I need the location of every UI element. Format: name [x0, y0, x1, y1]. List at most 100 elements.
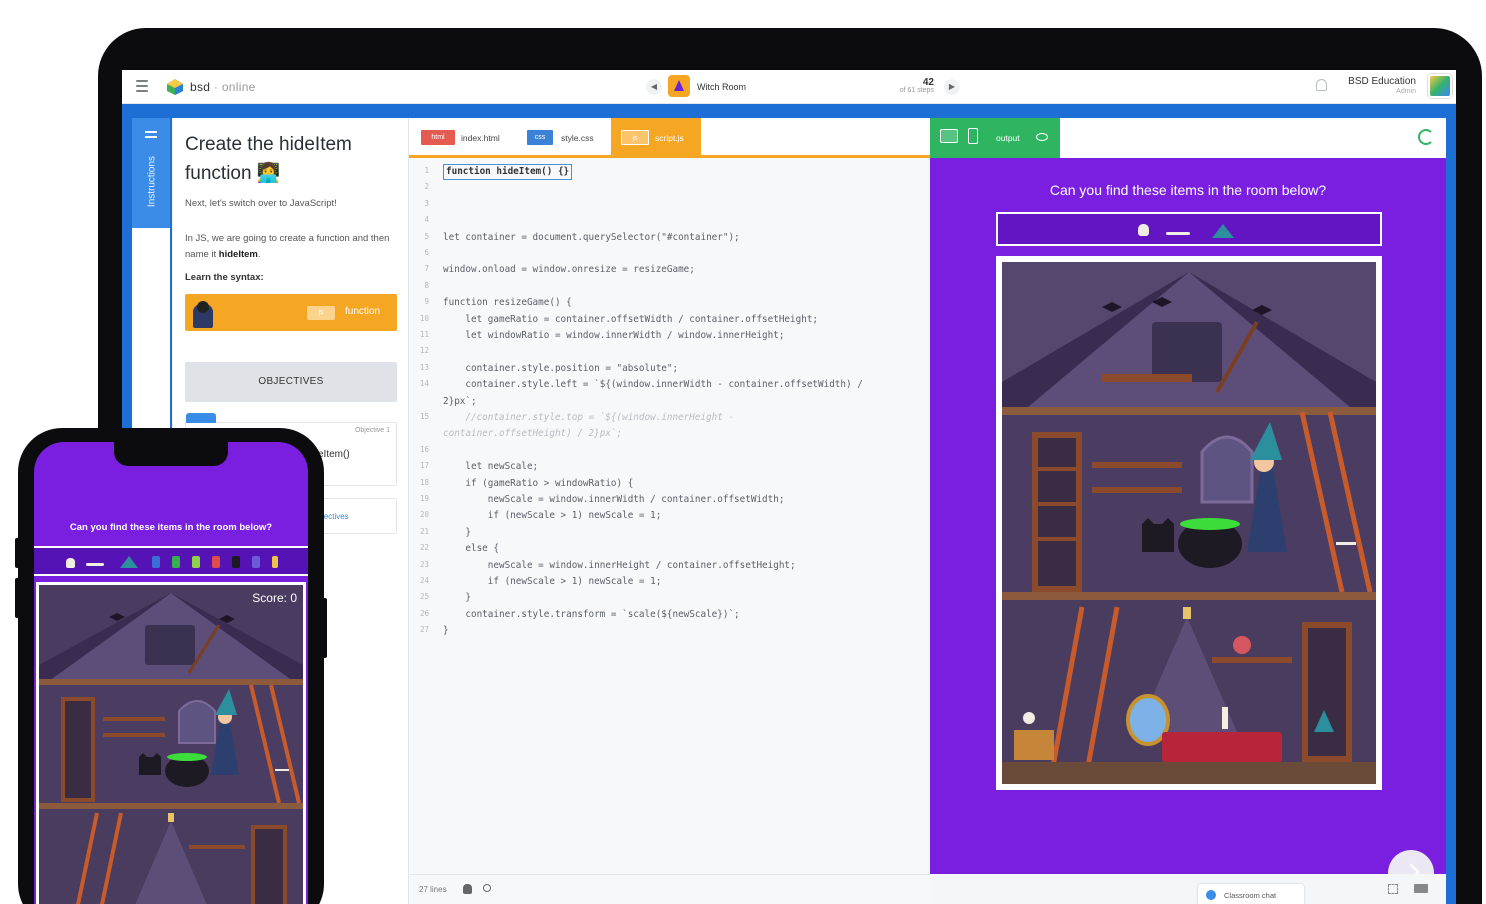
- code-line[interactable]: 25 }: [409, 590, 931, 606]
- code-line[interactable]: 24 if (newScale > 1) newScale = 1;: [409, 574, 931, 590]
- output-panel: output Can you find these items in the r…: [930, 118, 1446, 904]
- room-illustration: [1002, 262, 1376, 784]
- line-number: 10: [419, 313, 429, 323]
- tab-style-css[interactable]: css style.css: [521, 118, 609, 155]
- classroom-chat-button[interactable]: Classroom chat: [1198, 884, 1304, 904]
- code-line[interactable]: 9 function resizeGame() {: [409, 295, 931, 311]
- code-line[interactable]: 8: [409, 279, 931, 295]
- code-text: let newScale;: [443, 461, 539, 473]
- next-step-button[interactable]: ▶: [944, 79, 960, 95]
- code-line[interactable]: 20 if (newScale > 1) newScale = 1;: [409, 508, 931, 524]
- phone-side-button: [15, 538, 20, 568]
- code-line[interactable]: 22 else {: [409, 541, 931, 557]
- tab-output[interactable]: output: [930, 118, 1060, 158]
- line-number: 1: [424, 166, 429, 175]
- prev-step-button[interactable]: ◀: [646, 79, 662, 95]
- candle-icon: [272, 556, 278, 568]
- output-footer: Classroom chat: [930, 874, 1446, 904]
- code-text: else {: [443, 543, 499, 555]
- code-line[interactable]: 26 container.style.transform = `scale(${…: [409, 607, 931, 623]
- code-line[interactable]: 10 let gameRatio = container.offsetWidth…: [409, 312, 931, 328]
- code-line[interactable]: 14 container.style.left = `${(window.inn…: [409, 377, 931, 393]
- code-text: }: [443, 625, 449, 637]
- file-tabs: html index.html css style.css js script.…: [409, 118, 931, 158]
- refresh-icon[interactable]: [1418, 129, 1434, 145]
- witch-hat-icon: [1212, 224, 1234, 238]
- line-number: 17: [419, 461, 429, 471]
- keyboard-icon[interactable]: [1414, 884, 1428, 893]
- tab-label: index.html: [461, 133, 500, 143]
- phone-screen: Can you find these items in the room bel…: [34, 442, 308, 904]
- code-line[interactable]: 15 //container.style.top = `${(window.in…: [409, 410, 931, 426]
- code-line[interactable]: 19 newScale = window.innerWidth / contai…: [409, 492, 931, 508]
- bone-icon: [86, 563, 104, 566]
- mobile-icon[interactable]: [968, 128, 978, 144]
- tab-instructions[interactable]: Instructions: [132, 118, 170, 228]
- line-number: 19: [419, 494, 429, 503]
- avatar[interactable]: [1428, 74, 1452, 98]
- code-line[interactable]: 7 window.onload = window.onresize = resiz…: [409, 262, 931, 278]
- output-toolbar: output: [930, 118, 1446, 158]
- game-question: Can you find these items in the room bel…: [1049, 182, 1327, 198]
- code-text: newScale = window.innerHeight / containe…: [443, 559, 796, 571]
- objectives-link[interactable]: jectives: [322, 512, 349, 521]
- code-text: let gameRatio = container.offsetWidth / …: [443, 313, 819, 325]
- code-line[interactable]: 3: [409, 197, 931, 213]
- code-line[interactable]: 6: [409, 246, 931, 262]
- menu-icon[interactable]: [136, 80, 148, 92]
- code-text: if (gameRatio > windowRatio) {: [443, 477, 634, 489]
- js-chip: js: [621, 130, 649, 145]
- code-line[interactable]: 16: [409, 443, 931, 459]
- code-text: let windowRatio = window.innerWidth / wi…: [443, 330, 785, 341]
- bone-icon: [1166, 232, 1190, 235]
- line-number: 20: [419, 510, 429, 520]
- code-line[interactable]: 2}px`;: [409, 394, 931, 410]
- instruction-text-1: Next, let's switch over to JavaScript!: [185, 198, 337, 209]
- line-number: 23: [419, 559, 429, 569]
- code-line[interactable]: 12: [409, 344, 931, 360]
- potion-icon: [152, 556, 160, 568]
- line-number: 12: [419, 346, 429, 356]
- fullscreen-icon[interactable]: [1388, 884, 1398, 894]
- bug-icon[interactable]: [463, 884, 472, 894]
- org-name: BSD Education: [1348, 76, 1416, 87]
- search-icon[interactable]: [483, 884, 491, 892]
- tab-index-html[interactable]: html index.html: [415, 118, 519, 155]
- code-text: function hideItem() {}: [443, 164, 573, 180]
- bottle-icon: [232, 556, 240, 568]
- objectives-button[interactable]: OBJECTIVES: [185, 362, 397, 402]
- line-number: 4: [424, 215, 429, 225]
- tab-script-js[interactable]: js script.js: [611, 118, 701, 155]
- code-line[interactable]: 2: [409, 180, 931, 196]
- html-chip: html: [421, 130, 455, 145]
- witch-room-scene[interactable]: [996, 256, 1382, 790]
- code-line[interactable]: 27}: [409, 623, 931, 639]
- code-line[interactable]: 23 newScale = window.innerHeight / conta…: [409, 558, 931, 574]
- code-line[interactable]: 17 let newScale;: [409, 459, 931, 475]
- code-area[interactable]: 1 function hideItem() {} 2 3 4 5 let container…: [409, 164, 931, 864]
- code-line[interactable]: 11 let windowRatio = window.innerWidth /…: [409, 328, 931, 344]
- code-text: let container = document.querySelector("…: [443, 231, 740, 243]
- room-title: Witch Room: [697, 82, 747, 92]
- code-line[interactable]: container.offsetHeight) / 2}px`;: [409, 426, 931, 442]
- line-number: 25: [419, 592, 429, 602]
- line-number: 9: [424, 297, 429, 307]
- code-line[interactable]: 5 let container = document.querySelector(…: [409, 230, 931, 246]
- code-line[interactable]: 21 }: [409, 525, 931, 541]
- step-title: Create the hideItem function 👩‍💻: [185, 134, 352, 184]
- eye-icon[interactable]: [1036, 133, 1048, 141]
- tab-label: script.js: [655, 133, 684, 143]
- code-line[interactable]: 1 function hideItem() {}: [409, 164, 931, 180]
- phone-witch-room-scene[interactable]: Score: 0: [36, 582, 306, 904]
- game-preview: Can you find these items in the room bel…: [930, 158, 1446, 904]
- line-number: 2: [424, 182, 429, 192]
- marketing-composite: bsd · online ◀ Witch Room 4 2 of 61 steps…: [0, 0, 1486, 904]
- code-text: 2}px`;: [443, 395, 477, 407]
- code-line[interactable]: 4: [409, 213, 931, 229]
- syntax-card[interactable]: js function: [185, 294, 397, 331]
- code-line[interactable]: 18 if (gameRatio > windowRatio) {: [409, 476, 931, 492]
- code-text: window.onload = window.onresize = resize…: [443, 264, 695, 276]
- desktop-icon[interactable]: [940, 129, 958, 143]
- code-line[interactable]: 13 container.style.position = "absolute"…: [409, 361, 931, 377]
- chat-icon: [1206, 890, 1216, 900]
